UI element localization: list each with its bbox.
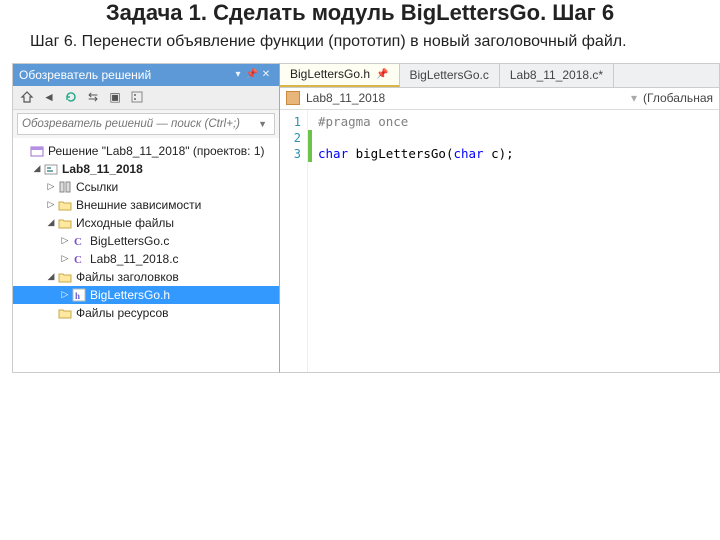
tree-file-node[interactable]: ▷ C BigLettersGo.c (13, 232, 279, 250)
folder-icon (57, 269, 73, 285)
svg-text:h: h (75, 291, 80, 301)
collapse-icon[interactable]: ◢ (31, 163, 43, 174)
panel-titlebar[interactable]: Обозреватель решений ▾ 📌 ✕ (13, 64, 279, 86)
line-number: 3 (280, 146, 301, 162)
properties-icon[interactable] (129, 89, 145, 105)
tree-label: Файлы заголовков (76, 270, 179, 284)
tree-solution-node[interactable]: Решение "Lab8_11_2018" (проектов: 1) (13, 142, 279, 160)
expand-icon[interactable]: ▷ (45, 199, 57, 210)
tab-biglettersgo-h[interactable]: BigLettersGo.h 📌 (280, 64, 400, 87)
svg-text:C: C (74, 254, 82, 266)
editor-navbar: Lab8_11_2018 ▾ (Глобальная (280, 88, 719, 110)
tree-external-deps-node[interactable]: ▷ Внешние зависимости (13, 196, 279, 214)
folder-icon (57, 215, 73, 231)
code-keyword: char (318, 146, 348, 161)
filter-icon[interactable]: ▣ (107, 89, 123, 105)
search-input[interactable] (22, 118, 255, 130)
tree-label: Lab8_11_2018.c (90, 252, 179, 266)
code-pragma: #pragma once (318, 114, 408, 129)
expand-icon[interactable]: ▷ (59, 289, 71, 300)
panel-title-label: Обозреватель решений (19, 68, 231, 82)
pin-icon[interactable]: 📌 (245, 69, 259, 80)
tree-label: Файлы ресурсов (76, 306, 169, 320)
solution-explorer-panel: Обозреватель решений ▾ 📌 ✕ ◄ ⇆ ▣ ▼ (12, 63, 280, 373)
pin-icon[interactable]: 📌 (376, 69, 388, 80)
project-icon (43, 161, 59, 177)
tree-file-node[interactable]: ▷ C Lab8_11_2018.c (13, 250, 279, 268)
solution-icon (29, 143, 45, 159)
ide-window: Обозреватель решений ▾ 📌 ✕ ◄ ⇆ ▣ ▼ (12, 63, 720, 373)
solution-tree: Решение "Lab8_11_2018" (проектов: 1) ◢ L… (13, 138, 279, 372)
line-number: 2 (280, 130, 301, 146)
code-ident: bigLettersGo( (348, 146, 453, 161)
tab-label: Lab8_11_2018.c* (510, 68, 603, 82)
scope-combo[interactable]: (Глобальная (643, 91, 713, 105)
close-icon[interactable]: ✕ (259, 69, 273, 80)
line-gutter: 1 2 3 (280, 110, 308, 372)
tree-label: Lab8_11_2018 (62, 162, 143, 176)
collapse-icon[interactable]: ◢ (45, 271, 57, 282)
tree-references-node[interactable]: ▷ Ссылки (13, 178, 279, 196)
expand-icon[interactable]: ▷ (59, 253, 71, 264)
tree-label: BigLettersGo.h (90, 288, 170, 302)
slide-title: Задача 1. Сделать модуль BigLettersGo. Ш… (0, 0, 720, 28)
references-icon (57, 179, 73, 195)
code-text[interactable]: #pragma once char bigLettersGo(char c); (312, 110, 514, 372)
project-icon (286, 91, 300, 105)
line-number: 1 (280, 114, 301, 130)
tree-label: Внешние зависимости (76, 198, 201, 212)
folder-icon (57, 197, 73, 213)
tab-biglettersgo-c[interactable]: BigLettersGo.c (400, 64, 500, 87)
slide-instruction: Шаг 6. Перенести объявление функции (про… (0, 28, 720, 63)
code-area[interactable]: 1 2 3 #pragma once char bigLettersGo(cha… (280, 110, 719, 372)
expand-icon[interactable]: ▷ (59, 235, 71, 246)
tree-label: BigLettersGo.c (90, 234, 169, 248)
tree-file-node-selected[interactable]: ▷ h BigLettersGo.h (13, 286, 279, 304)
tree-source-folder-node[interactable]: ◢ Исходные файлы (13, 214, 279, 232)
chevron-down-icon[interactable]: ▼ (255, 119, 270, 129)
c-file-icon: C (71, 233, 87, 249)
search-box[interactable]: ▼ (17, 113, 275, 135)
dropdown-icon[interactable]: ▾ (231, 69, 245, 80)
tree-headers-folder-node[interactable]: ◢ Файлы заголовков (13, 268, 279, 286)
tree-label: Решение "Lab8_11_2018" (проектов: 1) (48, 144, 265, 158)
refresh-icon[interactable] (63, 89, 79, 105)
svg-text:C: C (74, 236, 82, 248)
code-editor-panel: BigLettersGo.h 📌 BigLettersGo.c Lab8_11_… (280, 63, 720, 373)
expand-icon[interactable]: ▷ (45, 181, 57, 192)
tree-label: Ссылки (76, 180, 118, 194)
tab-lab8-c[interactable]: Lab8_11_2018.c* (500, 64, 614, 87)
tab-label: BigLettersGo.c (410, 68, 489, 82)
collapse-icon[interactable]: ◢ (45, 217, 57, 228)
sync-icon[interactable]: ⇆ (85, 89, 101, 105)
back-icon[interactable]: ◄ (41, 89, 57, 105)
home-icon[interactable] (19, 89, 35, 105)
project-combo[interactable]: Lab8_11_2018 (306, 91, 385, 105)
tree-resources-folder-node[interactable]: Файлы ресурсов (13, 304, 279, 322)
folder-icon (57, 305, 73, 321)
tree-label: Исходные файлы (76, 216, 174, 230)
scope-combo-label: (Глобальная (643, 91, 713, 105)
panel-toolbar: ◄ ⇆ ▣ (13, 86, 279, 110)
tab-label: BigLettersGo.h (290, 67, 370, 81)
tree-project-node[interactable]: ◢ Lab8_11_2018 (13, 160, 279, 178)
project-combo-label: Lab8_11_2018 (306, 91, 385, 105)
combo-separator: ▾ (631, 91, 637, 105)
editor-tabstrip: BigLettersGo.h 📌 BigLettersGo.c Lab8_11_… (280, 64, 719, 88)
h-file-icon: h (71, 287, 87, 303)
code-ident: c); (484, 146, 514, 161)
code-keyword: char (453, 146, 483, 161)
c-file-icon: C (71, 251, 87, 267)
